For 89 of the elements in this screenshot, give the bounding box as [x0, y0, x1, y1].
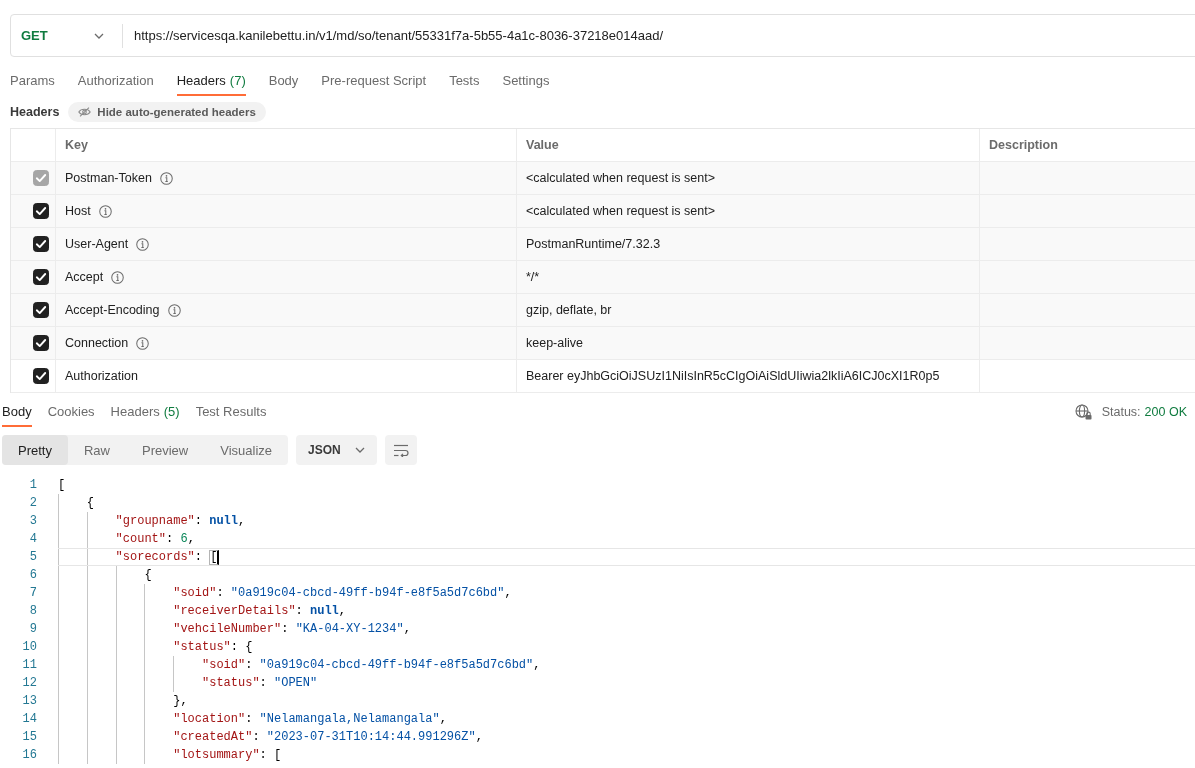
checkbox[interactable] [33, 203, 49, 219]
info-icon [167, 303, 181, 317]
view-mode-tab[interactable]: Preview [126, 435, 205, 465]
code-line: "count": 6, [58, 530, 1195, 548]
view-mode-tab[interactable]: Visualize [204, 435, 289, 465]
header-key: Accept [65, 270, 104, 284]
header-key: Postman-Token [65, 171, 152, 185]
wrap-lines-button[interactable] [384, 435, 417, 465]
code-line: "soid": "0a919c04-cbcd-49ff-b94f-e8f5a5d7c6bd", [58, 584, 1195, 602]
checkbox[interactable] [33, 269, 49, 285]
header-key: Host [65, 204, 91, 218]
info-icon [111, 270, 125, 284]
code-line: { [58, 494, 1195, 512]
eye-slash-icon [78, 106, 92, 118]
line-number: 5 [28, 549, 37, 566]
header-key: User-Agent [65, 237, 129, 251]
request-tab[interactable]: Pre-request Script [321, 66, 427, 96]
response-tab[interactable]: Test Results [195, 397, 267, 427]
request-tab[interactable]: Params [10, 66, 55, 96]
code-line: }, [58, 692, 1195, 710]
info-icon [136, 237, 150, 251]
hide-headers-button[interactable]: Hide auto-generated headers [68, 102, 266, 122]
header-value: keep-alive [526, 336, 583, 350]
status-value: 200 OK [1144, 405, 1187, 419]
checkbox[interactable] [33, 236, 49, 252]
line-number: 14 [21, 711, 37, 728]
header-key: Authorization [65, 369, 138, 383]
header-value: gzip, deflate, br [526, 303, 612, 317]
text-wrap-icon [392, 443, 409, 457]
info-icon [159, 171, 173, 185]
info-icon [136, 336, 150, 350]
url-field[interactable]: https://servicesqa.kanilebettu.in/v1/md/so/tenant/55331f7a-5b55-4a1c-8036-37218e014aad/ [123, 28, 664, 43]
header-value: */* [526, 270, 540, 284]
header-value: <calculated when request is sent> [526, 171, 715, 185]
header-value: <calculated when request is sent> [526, 204, 715, 218]
chevron-down-icon [354, 447, 365, 453]
column-header: Key [65, 138, 88, 152]
line-number: 2 [28, 495, 37, 512]
line-number: 15 [21, 729, 37, 746]
column-header: Description [989, 138, 1058, 152]
code-line: "soid": "0a919c04-cbcd-49ff-b94f-e8f5a5d7c6bd", [58, 656, 1195, 674]
info-icon [98, 204, 112, 218]
line-number: 10 [21, 639, 37, 656]
column-header: Value [526, 138, 559, 152]
line-number: 9 [28, 621, 37, 638]
header-value: PostmanRuntime/7.32.3 [526, 237, 661, 251]
code-line: "vehcileNumber": "KA-04-XY-1234", [58, 620, 1195, 638]
line-number: 12 [21, 675, 37, 692]
view-mode-tab[interactable]: Raw [67, 435, 126, 465]
request-tab[interactable]: Body [268, 66, 299, 96]
response-tab[interactable]: Cookies [47, 397, 95, 427]
code-line: "groupname": null, [58, 512, 1195, 530]
code-line: "status": { [58, 638, 1195, 656]
line-number: 13 [21, 693, 37, 710]
code-line: "status": "OPEN" [58, 674, 1195, 692]
chevron-down-icon [94, 32, 104, 39]
line-number: 3 [28, 513, 37, 530]
code-line: [ [58, 477, 67, 494]
line-number: 16 [21, 747, 37, 764]
response-tab[interactable]: Headers (5) [110, 397, 180, 427]
request-tab[interactable]: Authorization [77, 66, 154, 96]
response-tab[interactable]: Body [2, 397, 32, 427]
format-dropdown[interactable]: JSON [296, 435, 377, 465]
line-number: 1 [28, 477, 37, 494]
code-line: "lotsummary": [ [58, 746, 1195, 764]
globe-lock-icon[interactable] [1074, 404, 1092, 420]
line-number: 8 [28, 603, 37, 620]
method-dropdown[interactable]: GET [11, 15, 122, 56]
line-number: 6 [28, 567, 37, 584]
line-number: 7 [28, 585, 37, 602]
code-line: "receiverDetails": null, [58, 602, 1195, 620]
checkbox[interactable] [33, 302, 49, 318]
view-mode-tab[interactable]: Pretty [2, 435, 68, 465]
code-line: "createdAt": "2023-07-31T10:14:44.991296Z", [58, 728, 1195, 746]
status-label: Status: [1101, 405, 1141, 419]
line-number: 11 [21, 657, 37, 674]
header-key: Connection [65, 336, 129, 350]
code-line: "sorecords": [ [58, 548, 1195, 566]
request-tab[interactable]: Settings [502, 66, 550, 96]
header-value: Bearer eyJhbGciOiJSUzI1NiIsInR5cCIgOiAiSldUIiwia2lkIiA6ICJ0cXI1R0p5 [526, 369, 940, 383]
header-key: Accept-Encoding [65, 303, 160, 317]
line-number: 4 [28, 531, 37, 548]
section-title: Headers [10, 105, 60, 119]
checkbox[interactable] [33, 368, 49, 384]
code-line: { [58, 566, 1195, 584]
request-tab[interactable]: Headers (7) [176, 66, 246, 96]
code-line: "location": "Nelamangala,Nelamangala", [58, 710, 1195, 728]
checkbox[interactable] [33, 335, 49, 351]
request-tab[interactable]: Tests [449, 66, 480, 96]
